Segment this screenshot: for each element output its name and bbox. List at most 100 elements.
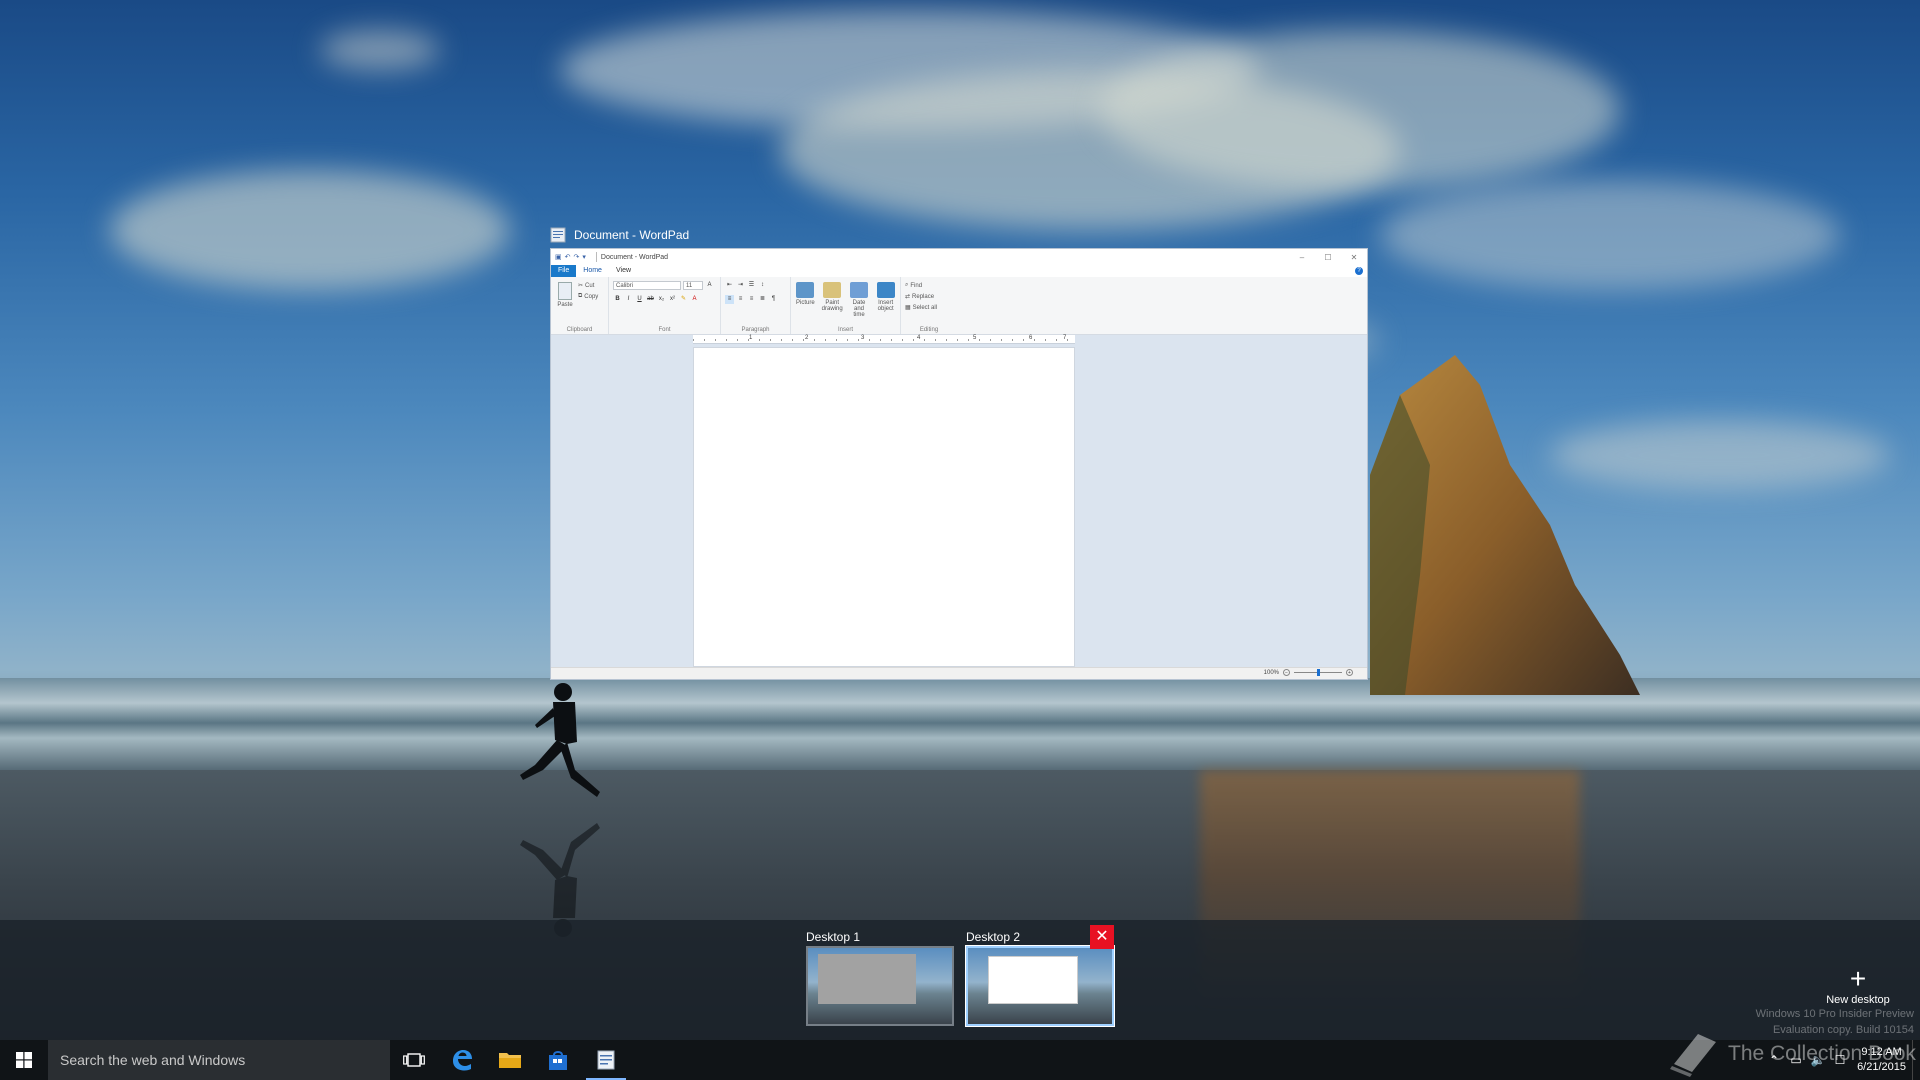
wordpad-window-preview[interactable]: ▣ ↶ ↷ ▾ Document - WordPad – ☐ ✕ File Ho… [550, 248, 1368, 680]
window-caption[interactable]: Document - WordPad [550, 222, 1368, 248]
wordpad-icon [597, 1050, 615, 1070]
align-right-icon: ≡ [749, 296, 754, 302]
watermark-line: Windows 10 Pro Insider Preview [1755, 1008, 1914, 1020]
ruler-mark: 7 [1063, 335, 1067, 341]
picture-label: Picture [795, 300, 815, 306]
underline-icon: U [637, 296, 642, 302]
copy-icon: ⧉ [578, 293, 583, 299]
help-icon: ? [1355, 267, 1363, 275]
zoom-slider [1294, 669, 1342, 676]
clipboard-group-label: Clipboard [566, 327, 593, 333]
grow-font-icon: A [707, 282, 712, 288]
desktop-2-thumbnail[interactable] [965, 945, 1115, 1027]
new-desktop-button[interactable]: + New desktop [1818, 963, 1898, 1007]
wordpad-icon [550, 227, 566, 243]
replace-icon: ⇄ [905, 294, 911, 300]
paint-drawing-label: Paint drawing [821, 300, 843, 312]
ruler-mark: 4 [917, 335, 921, 341]
font-name-combo: Calibri [613, 281, 681, 290]
windows-logo-icon [16, 1052, 32, 1068]
date-time-label: Date and time [852, 300, 866, 318]
wordpad-taskbar-button[interactable] [582, 1040, 630, 1080]
font-group: Calibri 11 A B I U ab x₂ x² ✎ A Font [609, 277, 721, 334]
store-button[interactable] [534, 1040, 582, 1080]
highlight-icon: ✎ [680, 296, 687, 302]
date-time-icon [850, 282, 868, 298]
close-icon: ✕ [1350, 252, 1358, 262]
start-button[interactable] [0, 1040, 48, 1080]
dropdown-icon: ▾ [582, 254, 586, 261]
bold-icon: B [615, 296, 620, 302]
runner-silhouette [520, 683, 600, 937]
maximize-icon: ☐ [1324, 252, 1332, 262]
plus-icon: + [1849, 963, 1867, 994]
picture-icon [796, 282, 815, 298]
tab-view: View [615, 267, 632, 274]
minimize-icon: – [1299, 252, 1305, 262]
select-all-icon: ▦ [905, 305, 911, 311]
font-group-label: Font [658, 327, 671, 333]
bullets-icon: ☰ [748, 282, 755, 288]
insert-group-label: Insert [837, 327, 853, 333]
task-view-window-wordpad[interactable]: Document - WordPad ▣ ↶ ↷ ▾ Document - Wo… [550, 222, 1368, 680]
new-desktop-label: New desktop [1826, 994, 1890, 1006]
taskbar: Search the web and Windows ⌃ ▭ 🔈 ☐ 9:12 … [0, 1040, 1920, 1080]
cut-label: Cut [585, 282, 595, 289]
desktop-1-thumbnail[interactable] [806, 946, 954, 1026]
paste-label: Paste [557, 302, 573, 308]
insert-object-label: Insert object [877, 300, 894, 312]
document-page [693, 347, 1075, 667]
paragraph-group-label: Paragraph [741, 327, 770, 333]
clipboard-group: Paste ✂ Cut ⧉ Copy Clipboard [551, 277, 609, 334]
tab-home: Home [583, 267, 602, 274]
superscript-icon: x² [670, 296, 675, 302]
task-view-button[interactable] [390, 1040, 438, 1080]
insert-group: Picture Paint drawing Date and time Inse… [791, 277, 901, 334]
zoom-in-icon: + [1346, 669, 1353, 676]
ruler-mark: 2 [805, 335, 809, 341]
ribbon: Paste ✂ Cut ⧉ Copy Clipboard Calibri 11 A … [551, 277, 1367, 335]
increase-indent-icon: ⇥ [737, 282, 744, 288]
folder-icon [499, 1053, 521, 1068]
file-explorer-button[interactable] [486, 1040, 534, 1080]
copy-label: Copy [584, 293, 599, 300]
rock-island [1370, 355, 1640, 695]
brand-watermark-text: The Collection Book [1728, 1042, 1916, 1065]
align-center-icon: ≡ [738, 296, 743, 302]
justify-icon: ≣ [759, 296, 766, 302]
redo-icon: ↷ [573, 254, 580, 261]
align-left-icon: ≡ [725, 295, 734, 304]
close-desktop-button[interactable]: ✕ [1090, 925, 1114, 949]
desktop-1[interactable]: Desktop 1 [806, 928, 954, 1026]
ruler-mark: 5 [973, 335, 977, 341]
search-placeholder: Search the web and Windows [60, 1052, 246, 1068]
search-box[interactable]: Search the web and Windows [48, 1040, 390, 1080]
book-icon [1670, 1034, 1716, 1077]
font-size-combo: 11 [683, 281, 703, 290]
edge-icon [453, 1050, 472, 1071]
status-bar: 100% − + [551, 667, 1367, 679]
paragraph-settings-icon: ¶ [771, 296, 776, 302]
paint-drawing-icon [823, 282, 842, 298]
zoom-out-icon: − [1283, 669, 1290, 676]
ruler-mark: 6 [1029, 335, 1033, 341]
italic-icon: I [627, 296, 630, 302]
ruler: 1 2 3 4 5 6 7 [693, 335, 1075, 344]
paragraph-group: ⇤ ⇥ ☰ ↕ ≡ ≡ ≡ ≣ ¶ Paragraph [721, 277, 791, 334]
cut-icon: ✂ [578, 283, 584, 289]
save-icon: ▣ [555, 254, 562, 261]
find-icon: ⌕ [905, 282, 909, 288]
replace-label: Replace [912, 293, 935, 300]
task-view-icon [403, 1053, 425, 1067]
select-all-label: Select all [912, 304, 938, 311]
edge-button[interactable] [438, 1040, 486, 1080]
zoom-level: 100% [1263, 669, 1279, 676]
brand-watermark: The Collection Book [1668, 1030, 1916, 1078]
ruler-mark: 1 [749, 335, 753, 341]
subscript-icon: x₂ [658, 296, 665, 302]
insert-object-icon [876, 282, 895, 298]
find-label: Find [910, 282, 923, 289]
ruler-mark: 3 [861, 335, 865, 341]
editing-group: ⌕ Find ⇄ Replace ▦ Select all Editing [901, 277, 957, 334]
ribbon-tabs: File Home View ? [551, 265, 1367, 277]
